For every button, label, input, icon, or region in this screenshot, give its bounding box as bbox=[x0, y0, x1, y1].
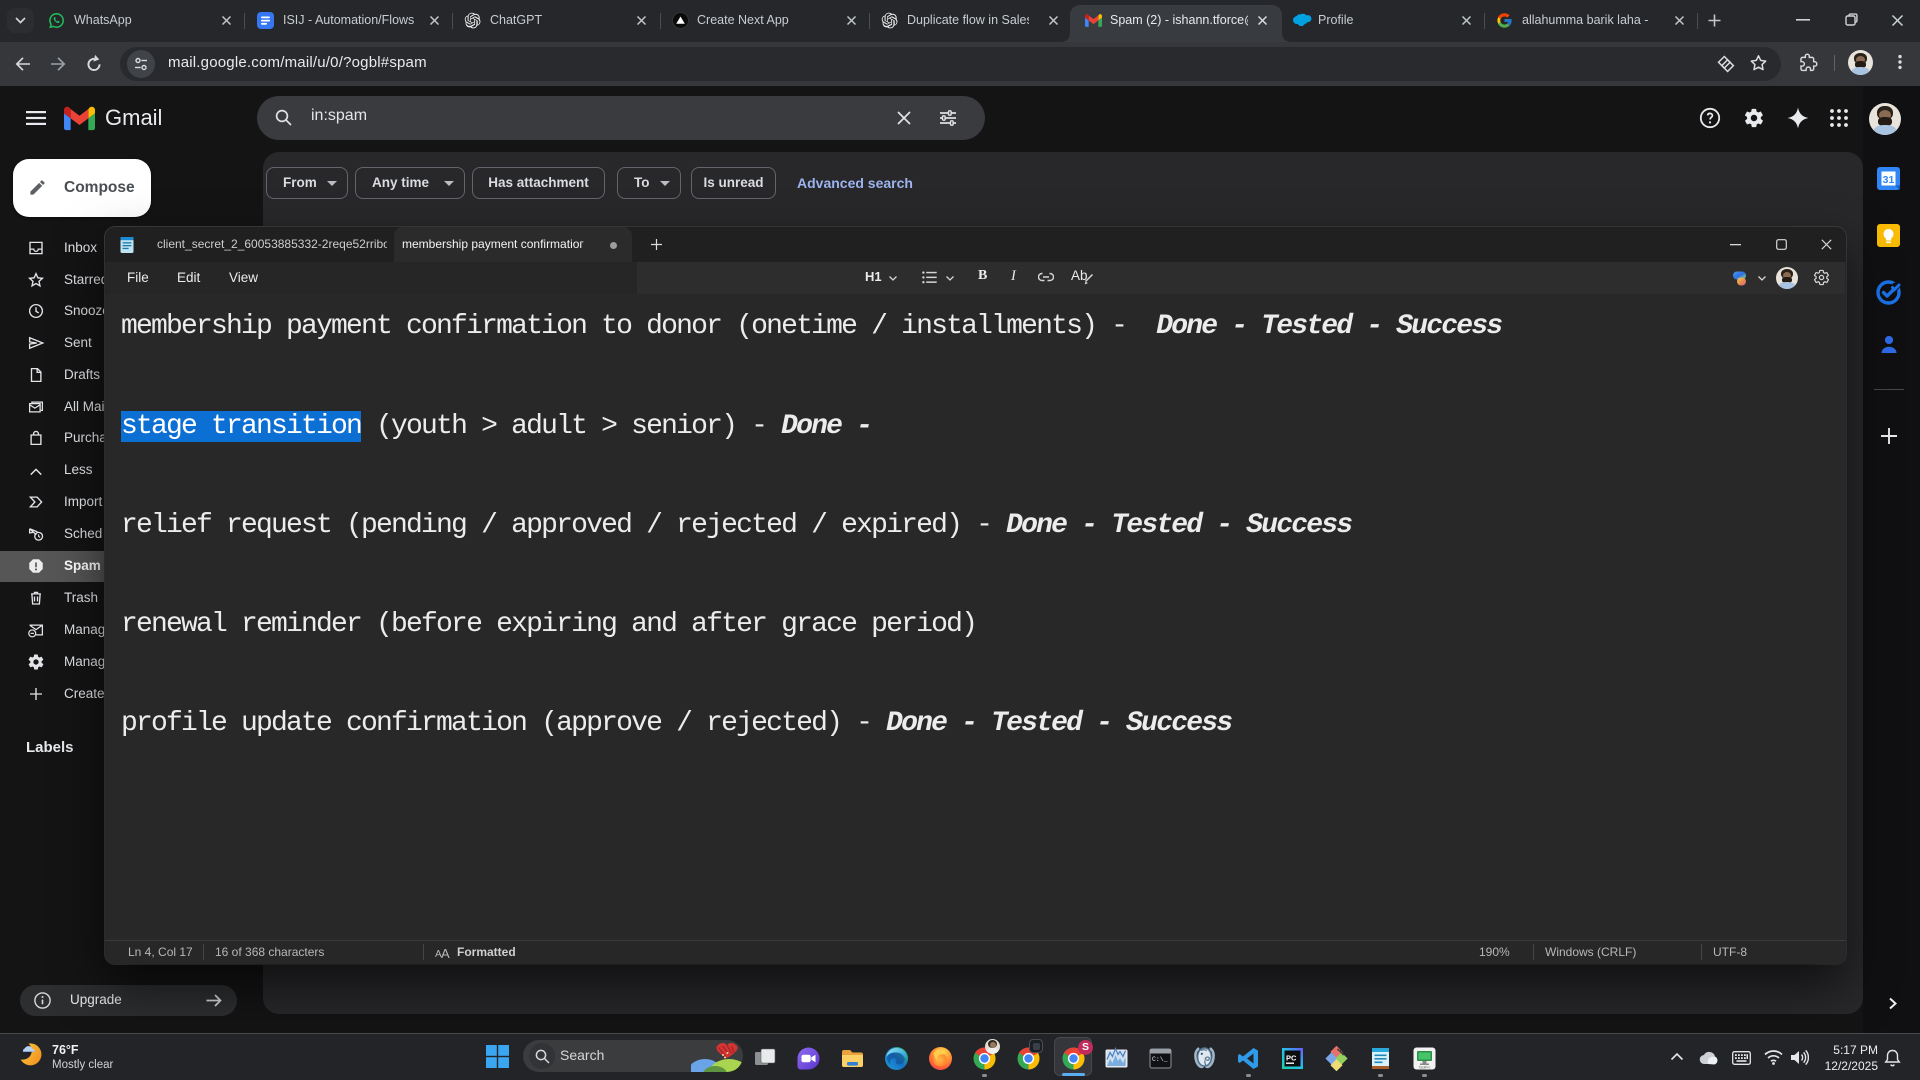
svg-text:31: 31 bbox=[1883, 174, 1895, 186]
svg-text:PC: PC bbox=[1286, 1054, 1297, 1063]
svg-text:TaskPro: TaskPro bbox=[1419, 1066, 1431, 1070]
svg-text:A: A bbox=[441, 947, 450, 959]
svg-text:C:\_: C:\_ bbox=[1152, 1056, 1168, 1063]
